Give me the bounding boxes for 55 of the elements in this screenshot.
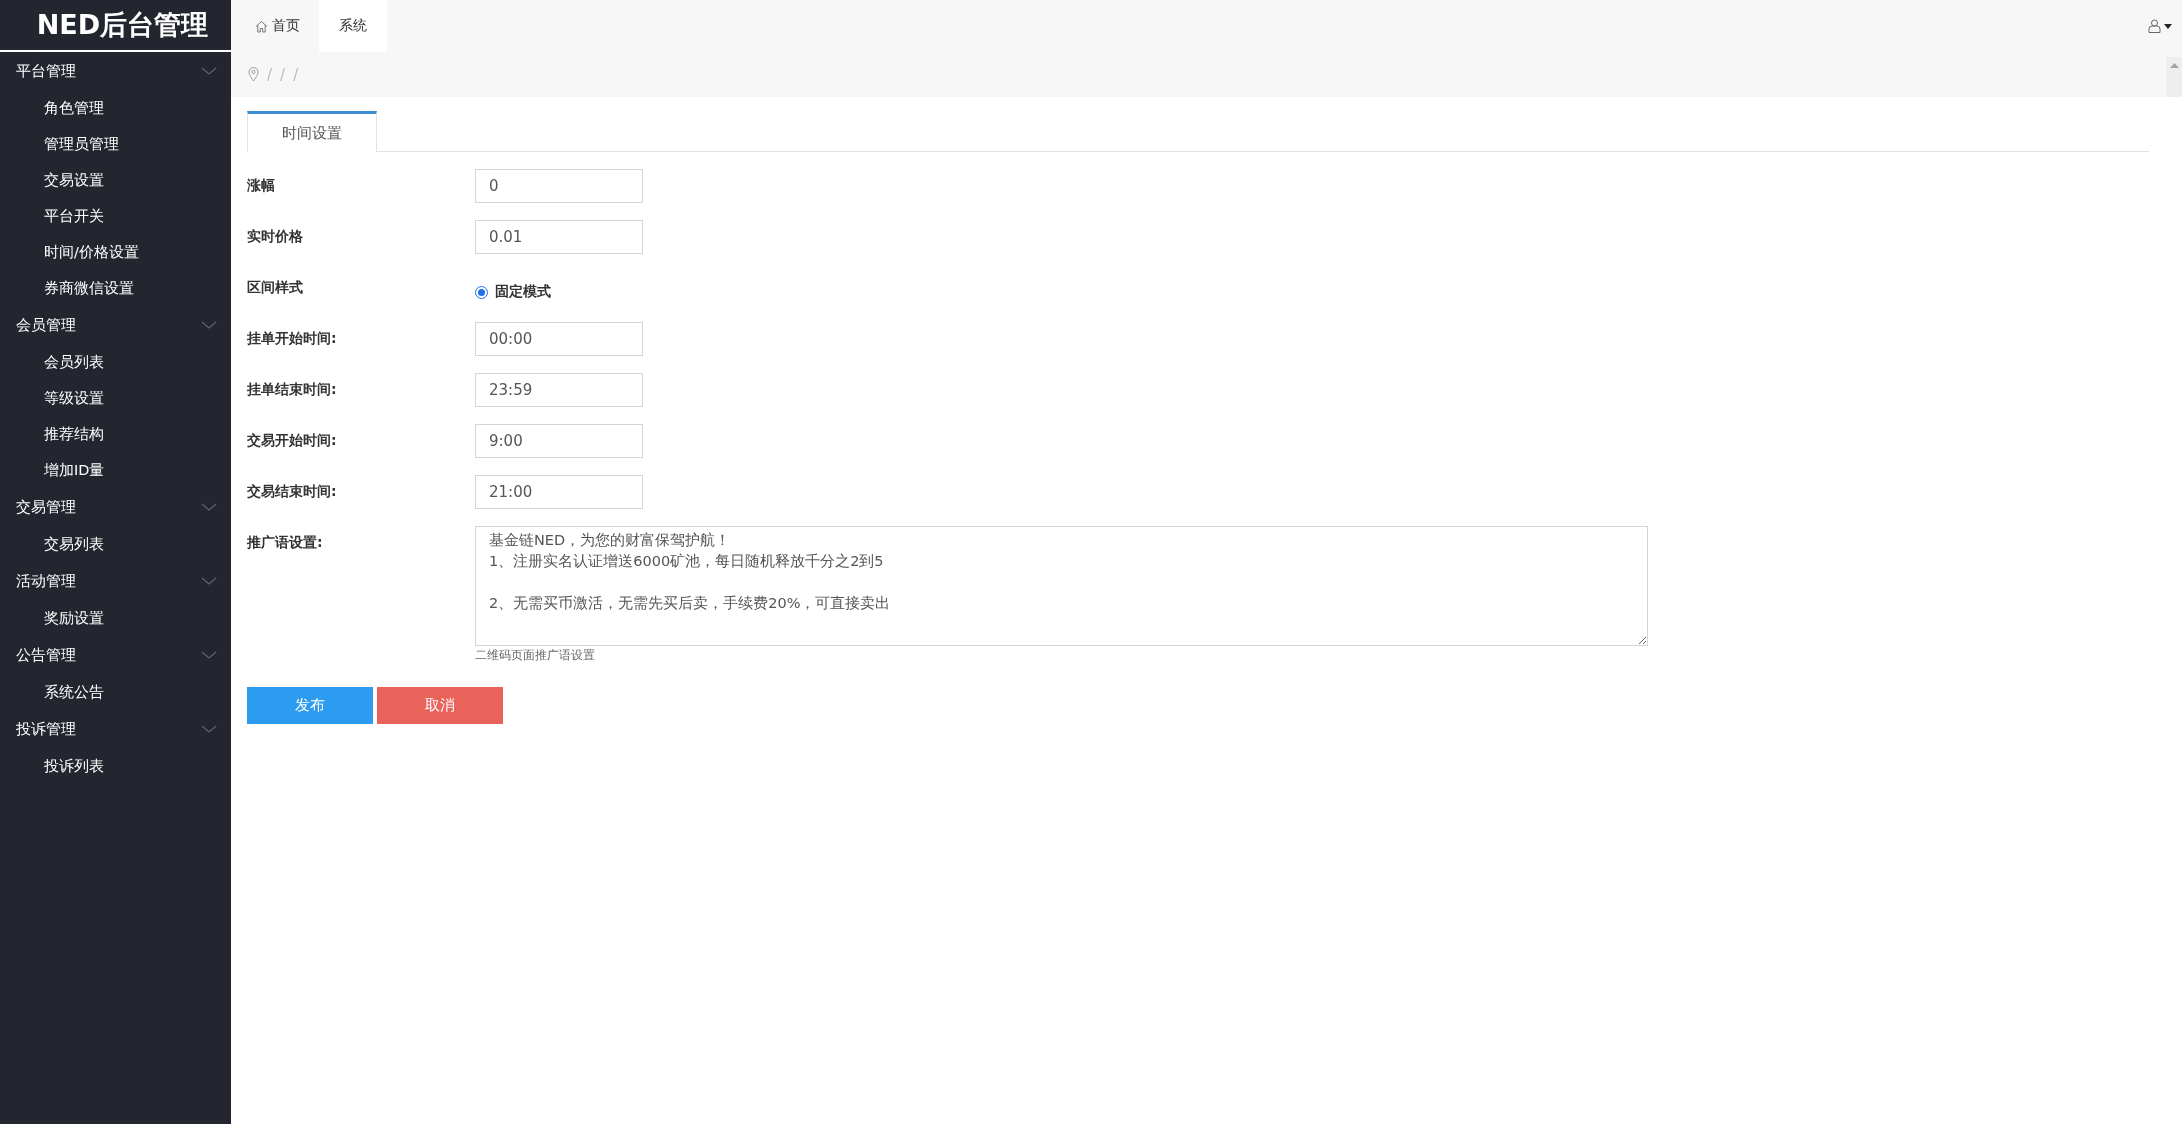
input-field[interactable]: 23:59: [475, 373, 643, 407]
sidebar-item[interactable]: 等级设置: [0, 380, 231, 416]
breadcrumb-separator: /: [293, 65, 299, 84]
sidebar-item[interactable]: 管理员管理: [0, 126, 231, 162]
breadcrumb-separator: /: [267, 65, 273, 84]
home-icon: [255, 19, 268, 33]
field-hint: 二维码页面推广语设置: [475, 648, 596, 663]
input-field[interactable]: 9:00: [475, 424, 643, 458]
field-label: 挂单开始时间:: [247, 329, 338, 348]
sidebar-group[interactable]: 平台管理: [16, 61, 76, 81]
chevron-icon[interactable]: [201, 650, 217, 660]
sidebar-item[interactable]: 平台开关: [0, 198, 231, 234]
sidebar-item[interactable]: 奖励设置: [0, 600, 231, 636]
sidebar-item[interactable]: 时间/价格设置: [0, 234, 231, 270]
sidebar-group[interactable]: 公告管理: [16, 645, 76, 665]
sidebar-group[interactable]: 交易管理: [16, 497, 76, 517]
sidebar-group[interactable]: 投诉管理: [16, 719, 76, 739]
input-field[interactable]: 0.01: [475, 220, 643, 254]
caret-icon[interactable]: [2164, 23, 2172, 29]
field-label: 实时价格: [247, 227, 304, 246]
sidebar-group[interactable]: 会员管理: [16, 315, 76, 335]
sidebar-item[interactable]: 角色管理: [0, 90, 231, 126]
content-tab[interactable]: 时间设置: [247, 111, 377, 152]
sidebar-item[interactable]: 交易列表: [0, 526, 231, 562]
chevron-icon[interactable]: [201, 320, 217, 330]
sidebar-item[interactable]: 推荐结构: [0, 416, 231, 452]
sidebar-item[interactable]: 交易设置: [0, 162, 231, 198]
field-label: 交易开始时间:: [247, 431, 338, 450]
nav-tab[interactable]: 系统: [319, 0, 387, 52]
sidebar-item[interactable]: 券商微信设置: [0, 270, 231, 306]
nav-tab[interactable]: 首页: [245, 0, 319, 52]
breadcrumb-separator: /: [280, 65, 286, 84]
field-label: 涨幅: [247, 176, 276, 195]
chevron-icon[interactable]: [201, 724, 217, 734]
field-label: 挂单结束时间:: [247, 380, 338, 399]
chevron-icon[interactable]: [201, 502, 217, 512]
input-field[interactable]: 21:00: [475, 475, 643, 509]
sidebar-group[interactable]: 活动管理: [16, 571, 76, 591]
user-icon[interactable]: [2148, 19, 2161, 33]
chevron-icon[interactable]: [201, 576, 217, 586]
input-field[interactable]: 0: [475, 169, 643, 203]
sidebar-item[interactable]: 投诉列表: [0, 748, 231, 784]
field-label: 区间样式: [247, 278, 304, 297]
sidebar-item[interactable]: 会员列表: [0, 344, 231, 380]
chevron-icon[interactable]: [201, 66, 217, 76]
input-field[interactable]: 00:00: [475, 322, 643, 356]
sidebar-item[interactable]: 增加ID量: [0, 452, 231, 488]
field-label: 推广语设置:: [247, 533, 324, 552]
text-area[interactable]: 基金链NED，为您的财富保驾护航！ 1、注册实名认证增送6000矿池，每日随机释放千分之2到5 2、无需买币激活，无需先买后卖，手续费20%，可直接卖出: [475, 526, 1648, 646]
scroll-up-arrow-icon[interactable]: [2169, 63, 2179, 68]
sidebar-item[interactable]: 系统公告: [0, 674, 231, 710]
field-label: 交易结束时间:: [247, 482, 338, 501]
location-pin-icon: [248, 67, 259, 82]
radio-label: 固定模式: [495, 283, 551, 301]
brand-title: NED后台管理: [35, 8, 209, 42]
